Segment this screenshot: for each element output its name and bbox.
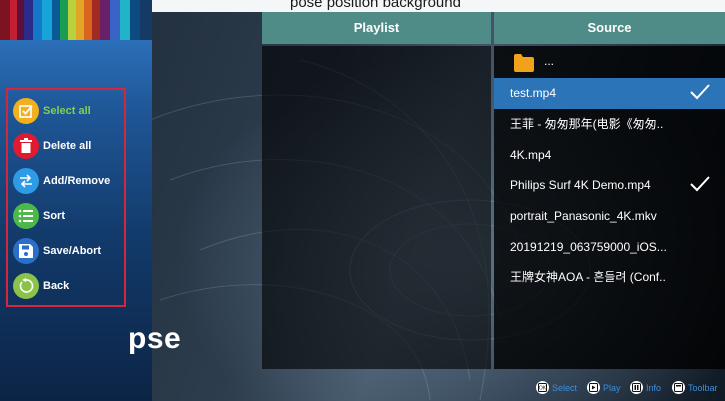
source-folder-row[interactable]: ...	[494, 46, 725, 77]
play-button-icon	[587, 381, 600, 394]
source-item[interactable]: 王牌女神AOA - 흔들려 (Conf..	[494, 262, 725, 293]
svg-text:OK: OK	[539, 386, 547, 392]
source-item-label: 王牌女神AOA - 흔들려 (Conf..	[510, 270, 666, 284]
swap-arrows-icon	[13, 168, 39, 194]
save-icon	[13, 238, 39, 264]
playlist-header[interactable]: Playlist	[262, 12, 491, 44]
options-menu: Select all Delete all Add/Remove Sort Sa…	[6, 88, 126, 307]
color-stripes-banner	[0, 0, 152, 40]
top-bar: pose position background	[152, 0, 725, 12]
playlist-panel[interactable]	[262, 46, 491, 369]
source-item-label: 20191219_063759000_iOS...	[510, 240, 667, 254]
source-item-label: portrait_Panasonic_4K.mkv	[510, 209, 657, 223]
menu-item-add-remove[interactable]: Add/Remove	[13, 168, 125, 196]
menu-item-label: Back	[43, 280, 70, 292]
menu-item-label: Delete all	[43, 140, 92, 152]
menu-item-back[interactable]: Back	[13, 273, 125, 301]
source-item[interactable]: 20191219_063759000_iOS...	[494, 232, 725, 263]
background-title-text: pse	[128, 322, 182, 355]
menu-item-delete-all[interactable]: Delete all	[13, 133, 125, 161]
source-item[interactable]: portrait_Panasonic_4K.mkv	[494, 201, 725, 232]
folder-icon	[514, 54, 534, 72]
list-icon	[13, 203, 39, 229]
menu-item-sort[interactable]: Sort	[13, 203, 125, 231]
select-all-icon	[13, 98, 39, 124]
remote-key-hints: OK Select Play Info Toolbar	[536, 380, 725, 396]
hint-label: Info	[646, 383, 662, 393]
source-item-label: Philips Surf 4K Demo.mp4	[510, 178, 651, 192]
menu-item-label: Select all	[43, 105, 91, 117]
source-item[interactable]: 4K.mp4	[494, 140, 725, 171]
source-list[interactable]: ... test.mp4 王菲 - 匆匆那年(电影《匆匆.. 4K.mp4 Ph…	[494, 46, 725, 369]
info-button-icon	[630, 381, 643, 394]
ok-button-icon: OK	[536, 381, 549, 394]
source-item-label: test.mp4	[510, 86, 557, 100]
source-item-label: 4K.mp4	[510, 148, 552, 162]
trash-icon	[13, 133, 39, 159]
checkmark-icon	[690, 84, 710, 100]
menu-item-label: Add/Remove	[43, 175, 111, 187]
source-item-label: ...	[544, 54, 555, 68]
back-icon	[13, 273, 39, 299]
toolbar-button-icon	[672, 381, 685, 394]
menu-item-label: Sort	[43, 210, 65, 222]
source-header[interactable]: Source	[494, 12, 725, 44]
source-item-label: 王菲 - 匆匆那年(电影《匆匆..	[510, 117, 664, 131]
hint-label: Select	[552, 383, 578, 393]
source-item[interactable]: test.mp4	[494, 78, 725, 109]
menu-item-select-all[interactable]: Select all	[13, 98, 125, 126]
top-bar-text: pose position background	[290, 0, 461, 11]
hint-label: Toolbar	[688, 383, 718, 393]
checkmark-icon	[690, 176, 710, 192]
hint-label: Play	[603, 383, 621, 393]
source-item[interactable]: Philips Surf 4K Demo.mp4	[494, 170, 725, 201]
menu-item-save-abort[interactable]: Save/Abort	[13, 238, 125, 266]
source-item[interactable]: 王菲 - 匆匆那年(电影《匆匆..	[494, 109, 725, 140]
menu-item-label: Save/Abort	[43, 245, 102, 257]
